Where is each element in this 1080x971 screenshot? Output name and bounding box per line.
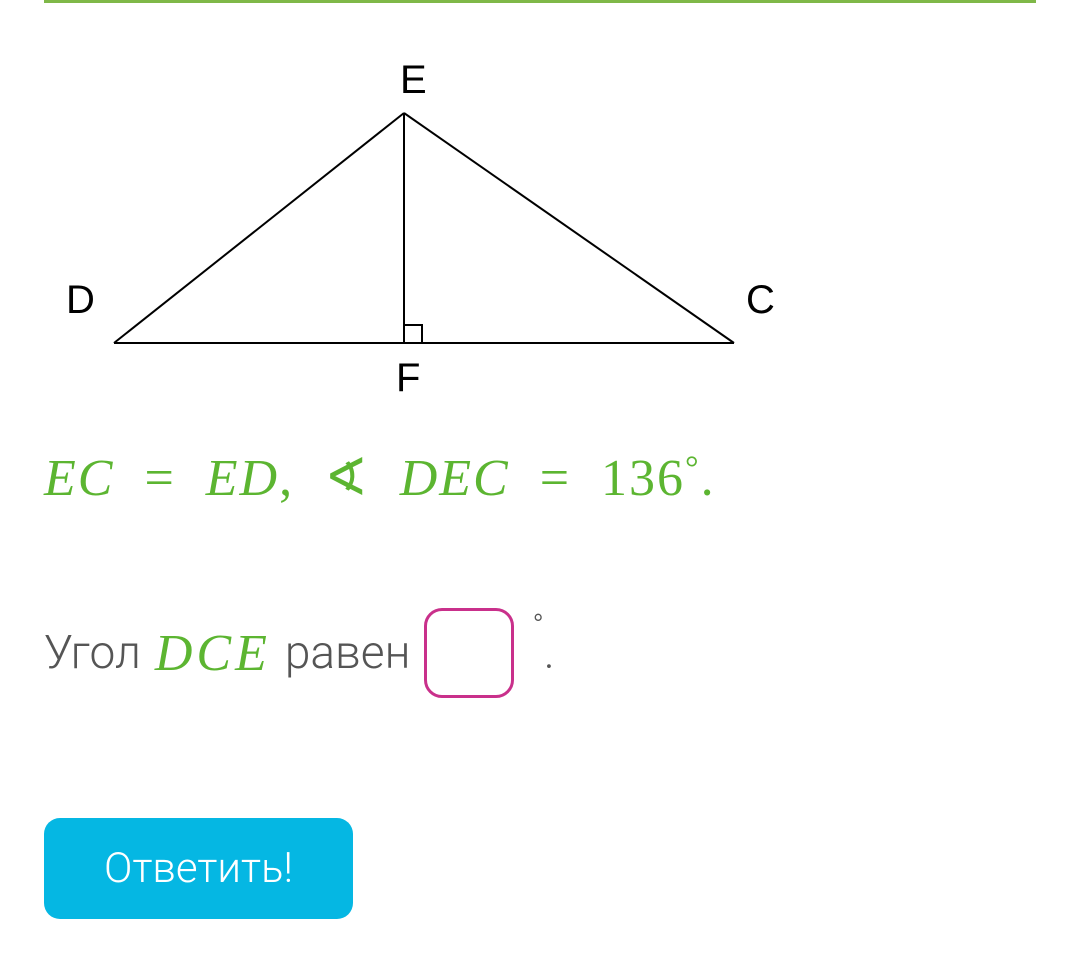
vertex-label-c: C <box>746 278 775 322</box>
question-prefix: Угол <box>44 626 141 680</box>
question-row: Угол DCE равен ° . <box>44 608 1036 698</box>
given-equality: EC <box>44 450 114 507</box>
submit-button[interactable]: Ответить! <box>44 818 353 919</box>
triangle-diagram: E D C F <box>44 33 804 393</box>
question-angle-name: DCE <box>155 624 271 683</box>
given-angle-name: DEC <box>400 450 510 507</box>
given-statement: EC = ED, ∢ DEC = 136°. <box>44 448 1036 508</box>
top-divider <box>44 0 1036 3</box>
given-angle-value: 136 <box>601 450 685 507</box>
degree-symbol: ° <box>532 608 543 643</box>
foot-label-f: F <box>396 356 420 393</box>
angle-icon: ∢ <box>324 448 370 508</box>
answer-input[interactable] <box>424 608 514 698</box>
question-period: . <box>544 626 555 680</box>
vertex-label-d: D <box>66 278 95 322</box>
vertex-label-e: E <box>400 58 427 102</box>
question-middle: равен <box>285 626 411 680</box>
